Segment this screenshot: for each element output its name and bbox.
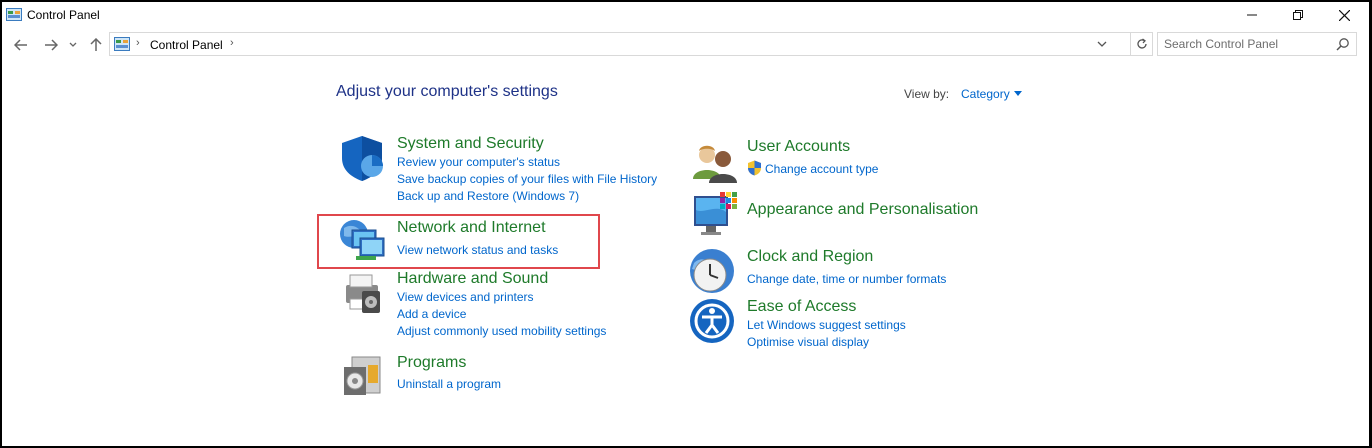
category-clock-and-region: Clock and Region Change date, time or nu… [688, 245, 988, 295]
link-file-history[interactable]: Save backup copies of your files with Fi… [397, 172, 657, 186]
printer-icon[interactable] [338, 269, 386, 317]
forward-button[interactable] [40, 34, 62, 56]
link-windows-suggest-settings[interactable]: Let Windows suggest settings [747, 318, 906, 332]
clock-icon[interactable] [688, 247, 736, 295]
link-add-device[interactable]: Add a device [397, 307, 466, 321]
dropdown-arrow-icon[interactable] [1013, 91, 1022, 96]
view-by-dropdown[interactable]: Category [961, 87, 1022, 101]
category-hardware-and-sound: Hardware and Sound View devices and prin… [336, 267, 666, 339]
users-icon[interactable] [690, 139, 738, 187]
category-programs: Programs Uninstall a program [336, 351, 596, 401]
view-by-value[interactable]: Category [961, 87, 1010, 101]
category-title-programs[interactable]: Programs [397, 354, 466, 372]
link-mobility-settings[interactable]: Adjust commonly used mobility settings [397, 324, 606, 338]
ease-of-access-icon[interactable] [688, 297, 736, 345]
up-button[interactable] [85, 34, 107, 56]
close-icon [1338, 9, 1350, 21]
category-user-accounts: User Accounts Change account type [688, 135, 948, 185]
address-bar[interactable]: › Control Panel › [109, 32, 1131, 56]
uac-shield-icon [748, 160, 761, 176]
category-title-hardware-and-sound[interactable]: Hardware and Sound [397, 270, 548, 288]
minimize-button[interactable] [1229, 2, 1275, 28]
search-input[interactable] [1164, 36, 1329, 52]
breadcrumb-separator-icon[interactable]: › [136, 37, 140, 49]
arrow-up-icon [90, 38, 102, 51]
breadcrumb-control-panel[interactable]: Control Panel [150, 38, 223, 52]
search-box[interactable] [1157, 32, 1357, 56]
shield-icon[interactable] [338, 134, 386, 182]
category-title-clock-and-region[interactable]: Clock and Region [747, 248, 873, 266]
category-title-user-accounts[interactable]: User Accounts [747, 138, 850, 156]
close-button[interactable] [1321, 2, 1367, 28]
link-change-account-type[interactable]: Change account type [765, 162, 878, 176]
link-devices-printers[interactable]: View devices and printers [397, 290, 534, 304]
category-title-system-and-security[interactable]: System and Security [397, 135, 544, 153]
refresh-icon [1136, 38, 1147, 49]
navigation-bar: › Control Panel › [2, 30, 1369, 60]
title-bar: Control Panel [2, 2, 1369, 28]
category-title-ease-of-access[interactable]: Ease of Access [747, 298, 856, 316]
address-dropdown-button[interactable] [1094, 35, 1110, 53]
monitor-icon[interactable] [690, 190, 738, 238]
link-date-time-formats[interactable]: Change date, time or number formats [747, 272, 946, 286]
page-heading: Adjust your computer's settings [336, 83, 558, 100]
restore-button[interactable] [1275, 2, 1321, 28]
category-appearance-and-personalisation: Appearance and Personalisation [688, 188, 988, 238]
control-panel-icon [114, 37, 130, 51]
category-system-and-security: System and Security Review your computer… [336, 132, 666, 203]
link-backup-restore[interactable]: Back up and Restore (Windows 7) [397, 189, 579, 203]
control-panel-window: Control Panel › Control Panel › Search C… [2, 2, 1369, 446]
search-icon[interactable] [1336, 37, 1350, 51]
restore-icon [1293, 10, 1303, 20]
programs-icon[interactable] [338, 351, 386, 399]
arrow-right-icon [45, 39, 58, 51]
category-ease-of-access: Ease of Access Let Windows suggest setti… [688, 295, 988, 351]
window-title: Control Panel [27, 8, 100, 22]
minimize-icon [1247, 14, 1257, 16]
chevron-down-icon [1097, 41, 1107, 47]
control-panel-icon [6, 8, 22, 21]
category-title-appearance-and-personalisation[interactable]: Appearance and Personalisation [747, 201, 978, 219]
highlight-annotation [317, 214, 600, 269]
chevron-down-icon [69, 42, 77, 47]
link-review-status[interactable]: Review your computer's status [397, 155, 560, 169]
breadcrumb-separator-icon[interactable]: › [230, 37, 234, 49]
link-uninstall-program[interactable]: Uninstall a program [397, 377, 501, 391]
view-by-label: View by: [904, 87, 950, 101]
refresh-button[interactable] [1131, 32, 1153, 56]
back-button[interactable] [10, 34, 32, 56]
recent-locations-button[interactable] [66, 34, 80, 56]
link-optimise-visual-display[interactable]: Optimise visual display [747, 335, 869, 349]
arrow-left-icon [14, 39, 27, 51]
